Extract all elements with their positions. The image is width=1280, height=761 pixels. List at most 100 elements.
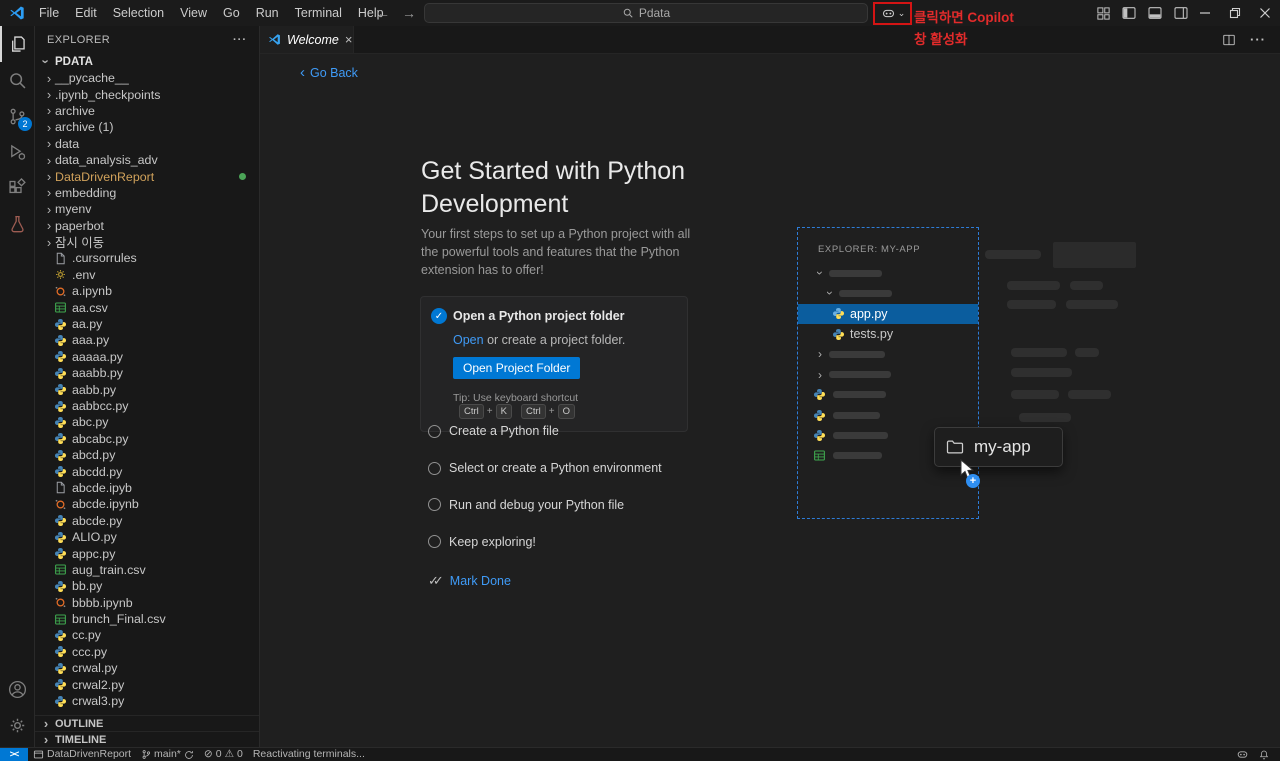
- testing-flask-icon[interactable]: [0, 206, 35, 242]
- walkthrough-step[interactable]: Create a Python file: [428, 413, 728, 450]
- menu-edit[interactable]: Edit: [67, 0, 105, 26]
- forward-arrow-icon[interactable]: →: [402, 5, 416, 21]
- tree-folder[interactable]: ›myenv: [35, 201, 259, 217]
- tree-file[interactable]: crwal3.py: [35, 693, 259, 709]
- step-label: Select or create a Python environment: [449, 461, 662, 475]
- menu-run[interactable]: Run: [248, 0, 287, 26]
- tree-item-label: ALIO.py: [72, 530, 117, 544]
- tree-folder[interactable]: ›잠시 이동: [35, 234, 259, 250]
- tree-file[interactable]: abcdd.py: [35, 463, 259, 479]
- timeline-section[interactable]: › TIMELINE: [35, 731, 259, 747]
- python-file-icon: [54, 645, 67, 658]
- menu-view[interactable]: View: [172, 0, 215, 26]
- tree-file[interactable]: abc.py: [35, 414, 259, 430]
- tree-file[interactable]: brunch_Final.csv: [35, 611, 259, 627]
- copilot-status-icon[interactable]: [1236, 748, 1249, 761]
- tree-file[interactable]: crwal2.py: [35, 676, 259, 692]
- remote-indicator[interactable]: ><: [0, 748, 28, 761]
- restore-button[interactable]: [1220, 0, 1250, 26]
- root-folder-label: PDATA: [55, 56, 93, 68]
- bell-icon[interactable]: [1258, 749, 1270, 761]
- step-radio[interactable]: [428, 462, 441, 475]
- extensions-icon[interactable]: [0, 170, 35, 206]
- tree-file[interactable]: appc.py: [35, 545, 259, 561]
- python-file-icon: [832, 328, 845, 341]
- toggle-secondary-sidebar-icon[interactable]: [1173, 5, 1189, 21]
- tree-folder[interactable]: ›archive: [35, 103, 259, 119]
- customize-layout-icon[interactable]: [1096, 6, 1111, 21]
- menu-terminal[interactable]: Terminal: [287, 0, 350, 26]
- menu-file[interactable]: File: [31, 0, 67, 26]
- tree-folder[interactable]: ›DataDrivenReport: [35, 168, 259, 184]
- menu-selection[interactable]: Selection: [105, 0, 172, 26]
- tree-file[interactable]: aaabb.py: [35, 365, 259, 381]
- tree-file[interactable]: aabbcc.py: [35, 398, 259, 414]
- tab-welcome[interactable]: Welcome ×: [260, 26, 354, 53]
- tree-file[interactable]: crwal.py: [35, 660, 259, 676]
- command-center-search[interactable]: Pdata: [424, 3, 868, 23]
- walkthrough-step[interactable]: Keep exploring!: [428, 523, 728, 560]
- toggle-sidebar-icon[interactable]: [1121, 5, 1137, 21]
- python-file-icon: [54, 400, 67, 413]
- tree-folder[interactable]: ›__pycache__: [35, 70, 259, 86]
- walkthrough-step[interactable]: Run and debug your Python file: [428, 487, 728, 524]
- tree-file[interactable]: abcde.ipynb: [35, 496, 259, 512]
- tree-item-label: aug_train.csv: [72, 563, 146, 577]
- mark-done-link[interactable]: ✓✓ Mark Done: [428, 573, 511, 589]
- tree-file[interactable]: aug_train.csv: [35, 562, 259, 578]
- tree-file[interactable]: bb.py: [35, 578, 259, 594]
- search-icon[interactable]: [0, 62, 35, 98]
- tree-file[interactable]: aa.csv: [35, 299, 259, 315]
- go-back-link[interactable]: ‹ Go Back: [300, 65, 358, 80]
- explorer-more-actions-icon[interactable]: ···: [233, 34, 247, 46]
- tree-file[interactable]: ccc.py: [35, 644, 259, 660]
- tree-file[interactable]: abcabc.py: [35, 431, 259, 447]
- tree-folder[interactable]: ›data_analysis_adv: [35, 152, 259, 168]
- open-link[interactable]: Open: [453, 333, 484, 347]
- tree-file[interactable]: abcde.py: [35, 513, 259, 529]
- back-arrow-icon[interactable]: ←: [376, 5, 390, 21]
- tree-file[interactable]: aabb.py: [35, 381, 259, 397]
- tree-file[interactable]: a.ipynb: [35, 283, 259, 299]
- tree-file[interactable]: abcd.py: [35, 447, 259, 463]
- tree-file[interactable]: aaa.py: [35, 332, 259, 348]
- account-icon[interactable]: [0, 671, 35, 707]
- step-radio[interactable]: [428, 425, 441, 438]
- walkthrough-step[interactable]: Select or create a Python environment: [428, 450, 728, 487]
- tree-file[interactable]: bbbb.ipynb: [35, 595, 259, 611]
- open-project-folder-button[interactable]: Open Project Folder: [453, 357, 580, 379]
- split-editor-icon[interactable]: [1222, 33, 1236, 47]
- search-icon: [622, 7, 634, 19]
- tree-file[interactable]: ALIO.py: [35, 529, 259, 545]
- tree-file[interactable]: .env: [35, 267, 259, 283]
- tree-folder[interactable]: ›embedding: [35, 185, 259, 201]
- tree-file[interactable]: .cursorrules: [35, 250, 259, 266]
- source-control-icon[interactable]: 2: [0, 98, 35, 134]
- run-debug-icon[interactable]: [0, 134, 35, 170]
- close-button[interactable]: [1250, 0, 1280, 26]
- tree-folder[interactable]: ›archive (1): [35, 119, 259, 135]
- menu-go[interactable]: Go: [215, 0, 248, 26]
- minimize-button[interactable]: [1190, 0, 1220, 26]
- tree-file[interactable]: aaaaa.py: [35, 349, 259, 365]
- statusbar-branch[interactable]: main*: [136, 748, 199, 761]
- toggle-panel-icon[interactable]: [1147, 5, 1163, 21]
- outline-section[interactable]: › OUTLINE: [35, 715, 259, 731]
- tree-folder[interactable]: ›data: [35, 136, 259, 152]
- tree-folder[interactable]: ›.ipynb_checkpoints: [35, 86, 259, 102]
- tree-folder[interactable]: ›paperbot: [35, 218, 259, 234]
- step-radio[interactable]: [428, 535, 441, 548]
- editor-more-actions-icon[interactable]: ···: [1250, 32, 1266, 47]
- tree-file[interactable]: cc.py: [35, 627, 259, 643]
- tree-file[interactable]: aa.py: [35, 316, 259, 332]
- settings-gear-icon[interactable]: [0, 707, 35, 743]
- walkthrough-step-card[interactable]: ✓ Open a Python project folder Open or c…: [420, 296, 688, 432]
- copilot-button[interactable]: ⌄: [877, 4, 909, 22]
- step-radio[interactable]: [428, 498, 441, 511]
- tree-file[interactable]: abcde.ipyb: [35, 480, 259, 496]
- explorer-icon[interactable]: [0, 26, 35, 62]
- statusbar-problems[interactable]: ⊘ 0 ⚠ 0: [199, 748, 248, 761]
- tree-root-pdata[interactable]: › PDATA: [35, 53, 259, 70]
- statusbar-repo[interactable]: DataDrivenReport: [28, 748, 136, 761]
- tab-close-icon[interactable]: ×: [345, 33, 353, 46]
